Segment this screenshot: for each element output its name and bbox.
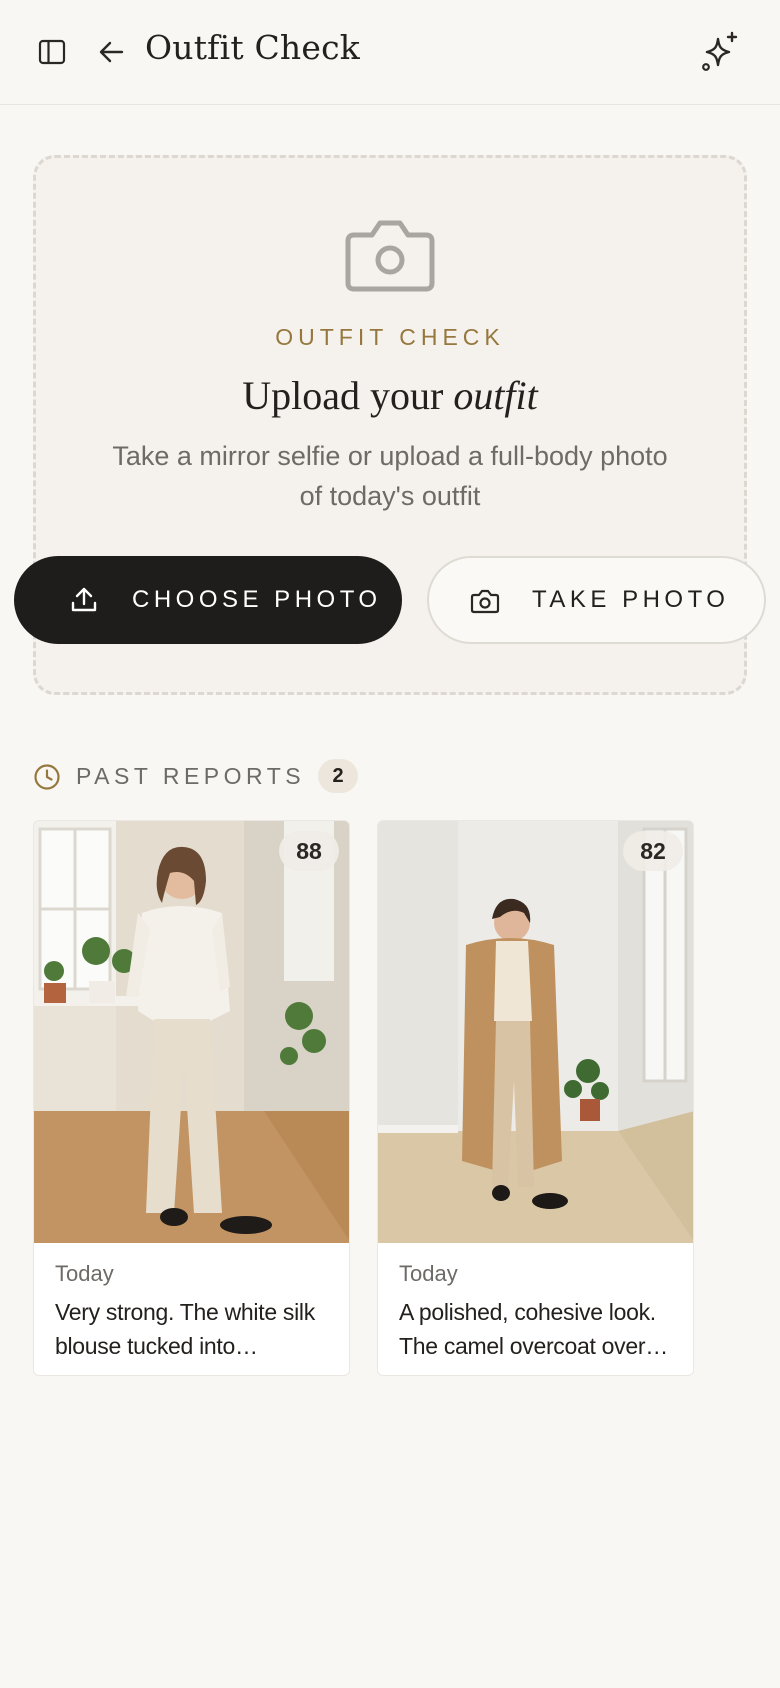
page-title: Outfit Check bbox=[145, 28, 360, 67]
sparkles-icon[interactable] bbox=[698, 30, 742, 74]
outfit-photo: 88 bbox=[34, 821, 349, 1243]
headline-emphasis: outfit bbox=[453, 373, 538, 418]
report-card[interactable]: 88 Today Very strong. The white silk blo… bbox=[33, 820, 350, 1376]
top-bar: Outfit Check bbox=[0, 0, 780, 105]
past-reports-header: PAST REPORTS 2 bbox=[33, 758, 433, 794]
report-card[interactable]: 82 Today A polished, cohesive look. The … bbox=[377, 820, 694, 1376]
upload-icon bbox=[68, 584, 100, 616]
score-badge: 82 bbox=[623, 831, 683, 871]
back-arrow-icon[interactable] bbox=[96, 36, 128, 68]
clock-icon bbox=[33, 763, 61, 791]
upload-subtext: Take a mirror selfie or upload a full-bo… bbox=[112, 441, 668, 511]
camera-icon bbox=[344, 215, 436, 295]
camera-small-icon bbox=[469, 585, 501, 617]
report-summary: Very strong. The white silk blouse tucke… bbox=[55, 1299, 315, 1359]
upload-eyebrow: OUTFIT CHECK bbox=[275, 324, 505, 350]
headline-main: Upload your bbox=[242, 373, 454, 418]
outfit-photo: 82 bbox=[378, 821, 693, 1243]
take-photo-button[interactable]: TAKE PHOTO bbox=[427, 556, 766, 644]
choose-photo-button[interactable]: CHOOSE PHOTO bbox=[14, 556, 402, 644]
past-reports-label: PAST REPORTS bbox=[76, 763, 306, 789]
take-photo-label: TAKE PHOTO bbox=[532, 586, 730, 613]
reports-count-badge: 2 bbox=[318, 759, 358, 793]
choose-photo-label: CHOOSE PHOTO bbox=[132, 586, 382, 613]
score-badge: 88 bbox=[279, 831, 339, 871]
report-summary: A polished, cohesive look. The camel ove… bbox=[399, 1299, 668, 1359]
sidebar-toggle-icon[interactable] bbox=[36, 36, 68, 68]
report-date: Today bbox=[55, 1261, 114, 1286]
upload-headline: Upload your outfit bbox=[0, 372, 780, 419]
report-date: Today bbox=[399, 1261, 458, 1286]
